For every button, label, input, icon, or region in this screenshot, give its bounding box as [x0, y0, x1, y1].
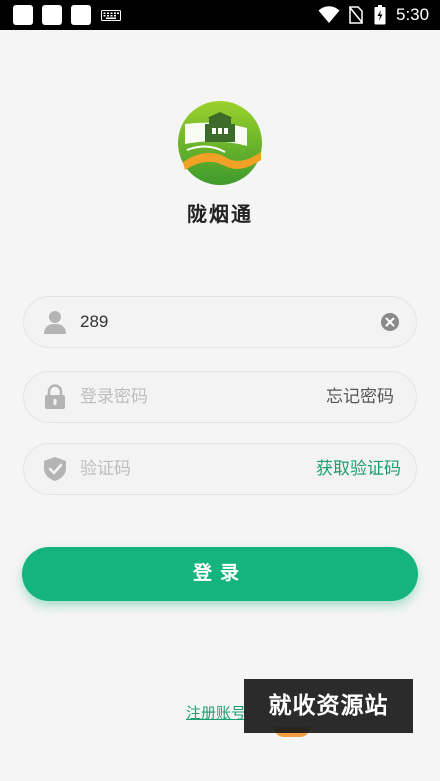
- app-logo-icon: [178, 101, 262, 185]
- battery-charging-icon: [374, 5, 386, 25]
- no-sim-icon: [349, 6, 363, 24]
- account-input[interactable]: [80, 297, 300, 347]
- status-bar: 5:30: [0, 0, 440, 30]
- clear-icon[interactable]: [381, 313, 399, 331]
- status-time: 5:30: [396, 5, 430, 24]
- password-field[interactable]: 忘记密码: [23, 371, 417, 423]
- notification-box-icon: [71, 5, 91, 25]
- get-code-button[interactable]: 获取验证码: [316, 444, 401, 494]
- notification-box-icon: [13, 5, 33, 25]
- wifi-icon: [318, 6, 340, 23]
- watermark-overlay: 就收资源站: [244, 679, 413, 733]
- user-icon: [44, 311, 66, 334]
- forgot-password-link[interactable]: 忘记密码: [326, 372, 394, 422]
- app-name: 陇烟通: [187, 202, 253, 226]
- verification-code-field[interactable]: 获取验证码: [23, 443, 417, 495]
- login-screen: 5:30 陇烟通 289 忘记密码 验证码 获取验证码 登录 注册账号 就收资源…: [0, 0, 440, 781]
- verification-code-input[interactable]: [80, 444, 300, 494]
- account-field[interactable]: [23, 296, 417, 348]
- shield-check-icon: [44, 457, 66, 481]
- notification-box-icon: [42, 5, 62, 25]
- login-button[interactable]: 登录: [22, 547, 418, 601]
- register-link[interactable]: 注册账号: [186, 702, 246, 723]
- keyboard-icon: [101, 10, 121, 21]
- password-input[interactable]: [80, 372, 300, 422]
- lock-icon: [45, 384, 65, 409]
